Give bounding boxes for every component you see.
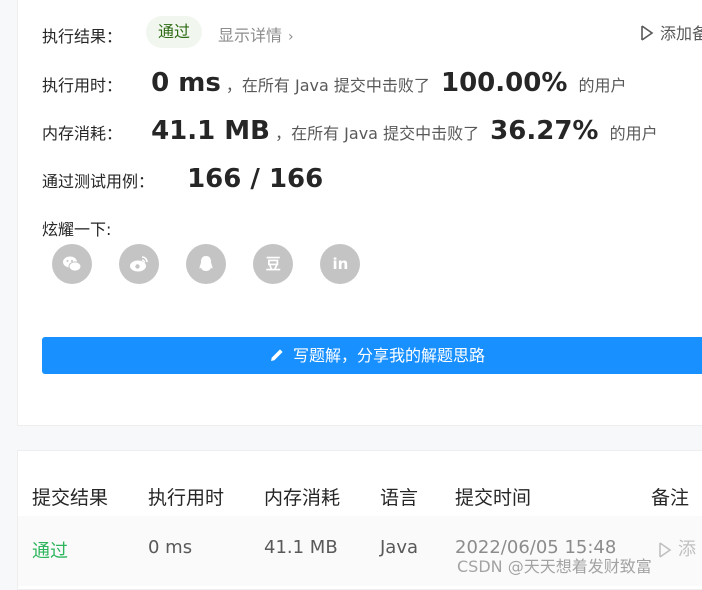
header-language: 语言: [380, 487, 419, 509]
header-submit-time: 提交时间: [455, 487, 532, 509]
write-solution-button[interactable]: 写题解，分享我的解题思路: [42, 337, 702, 374]
runtime-label: 执行用时：: [42, 76, 123, 95]
submission-result-card: 执行结果： 通过 显示详情 › 添加备 执行用时： 0 ms ，在所有 Java …: [17, 0, 702, 426]
watermark-text: CSDN @天天想着发财致富: [457, 557, 652, 576]
share-label: 炫耀一下:: [42, 220, 112, 239]
tests-value: 166 / 166: [187, 164, 324, 194]
memory-label: 内存消耗：: [42, 124, 123, 143]
play-outline-icon: [659, 542, 672, 558]
row-status[interactable]: 通过: [32, 537, 68, 563]
share-icons: 豆 in: [52, 244, 382, 284]
tests-label: 通过测试用例：: [42, 172, 155, 191]
row-memory: 41.1 MB: [264, 537, 338, 558]
add-note-label: 添加备: [660, 24, 702, 43]
status-badge: 通过: [146, 16, 203, 48]
douban-icon[interactable]: 豆: [253, 244, 294, 284]
linkedin-icon[interactable]: in: [320, 244, 361, 284]
wechat-icon[interactable]: [52, 244, 92, 284]
memory-prefix: ，在所有 Java 提交中击败了: [275, 124, 480, 143]
header-note: 备注: [651, 487, 690, 509]
show-details-link[interactable]: 显示详情 ›: [218, 22, 294, 46]
write-solution-label: 写题解，分享我的解题思路: [292, 346, 485, 365]
runtime-suffix: 的用户: [578, 76, 627, 95]
row-language: Java: [380, 537, 419, 558]
memory-suffix: 的用户: [609, 124, 658, 143]
memory-value: 41.1 MB: [151, 116, 270, 146]
play-outline-icon: [641, 25, 654, 41]
pencil-icon: [270, 349, 283, 361]
weibo-icon[interactable]: [119, 244, 160, 284]
row-note-label: 添: [678, 539, 696, 560]
runtime-percent: 100.00%: [440, 68, 568, 98]
memory-row: 内存消耗： 41.1 MB ，在所有 Java 提交中击败了 36.27% 的用…: [42, 116, 658, 146]
row-add-note-button[interactable]: 添: [658, 535, 696, 561]
header-result: 提交结果: [32, 487, 109, 509]
runtime-value: 0 ms: [151, 68, 221, 98]
memory-percent: 36.27%: [490, 116, 599, 146]
header-memory: 内存消耗: [264, 487, 341, 509]
chevron-right-icon: ›: [288, 29, 294, 45]
tests-row: 通过测试用例： 166 / 166: [42, 164, 323, 194]
runtime-row: 执行用时： 0 ms ，在所有 Java 提交中击败了 100.00% 的用户: [42, 68, 626, 98]
qq-icon[interactable]: [186, 244, 227, 284]
add-note-button[interactable]: 添加备: [640, 20, 702, 44]
header-runtime: 执行用时: [148, 487, 225, 509]
row-runtime: 0 ms: [148, 537, 193, 558]
runtime-prefix: ，在所有 Java 提交中击败了: [225, 76, 430, 95]
show-details-label: 显示详情: [218, 26, 283, 45]
result-label: 执行结果：: [42, 27, 123, 46]
